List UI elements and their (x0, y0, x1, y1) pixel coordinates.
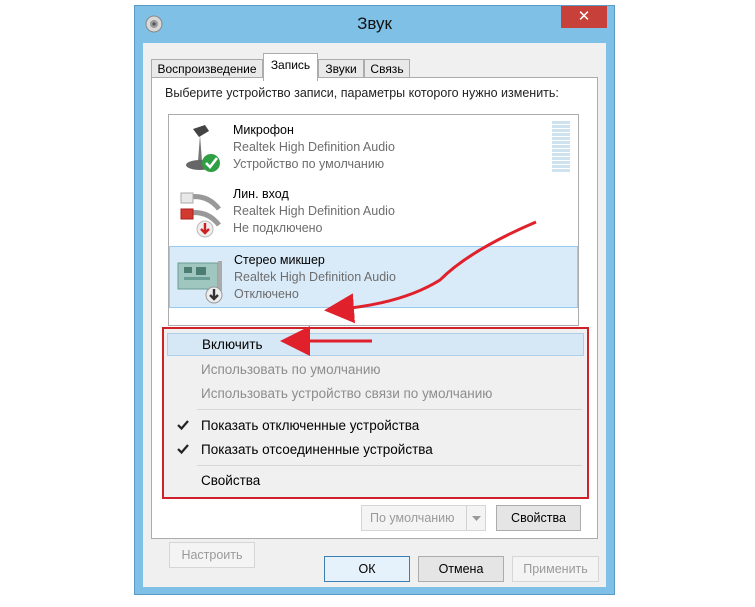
level-meter (552, 121, 570, 175)
device-status: Отключено (234, 287, 299, 301)
disabled-icon (205, 286, 223, 304)
device-driver: Realtek High Definition Audio (233, 140, 395, 154)
checkmark-icon (177, 444, 189, 455)
microphone-icon (186, 125, 220, 172)
context-menu: Включить Использовать по умолчанию Испол… (162, 327, 589, 499)
menu-separator (197, 465, 582, 466)
properties-button[interactable]: Свойства (496, 505, 581, 531)
device-microphone[interactable]: Микрофон Realtek High Definition Audio У… (169, 117, 578, 179)
default-check-icon (202, 154, 220, 172)
menu-item-show-disconnected[interactable]: Показать отсоединенные устройства (167, 438, 584, 461)
configure-button[interactable]: Настроить (169, 542, 255, 568)
menu-item-enable[interactable]: Включить (167, 333, 584, 356)
cancel-button[interactable]: Отмена (418, 556, 504, 582)
set-default-dropdown[interactable]: По умолчанию (361, 505, 486, 531)
close-icon: ✕ (577, 8, 591, 25)
window-title: Звук (357, 14, 392, 33)
device-driver: Realtek High Definition Audio (233, 204, 395, 218)
device-name: Лин. вход (233, 187, 289, 201)
device-name: Микрофон (233, 123, 294, 137)
device-name: Стерео микшер (234, 253, 325, 267)
dialog-client-area: Воспроизведение Запись Звуки Связь Выбер… (143, 43, 606, 587)
instruction-text: Выберите устройство записи, параметры ко… (165, 86, 559, 100)
tab-recording[interactable]: Запись (263, 53, 318, 81)
sound-dialog-window: Звук ✕ Воспроизведение Запись Звуки Связ… (134, 5, 615, 595)
menu-item-label: Показать отсоединенные устройства (201, 442, 433, 457)
line-in-icon (180, 192, 221, 238)
unplugged-icon (196, 220, 214, 238)
device-status: Устройство по умолчанию (233, 157, 385, 171)
menu-item-show-disabled[interactable]: Показать отключенные устройства (167, 414, 584, 437)
recording-device-list[interactable]: Микрофон Realtek High Definition Audio У… (168, 114, 579, 326)
device-driver: Realtek High Definition Audio (234, 270, 396, 284)
set-default-label: По умолчанию (370, 511, 455, 525)
menu-item-set-default[interactable]: Использовать по умолчанию (167, 358, 584, 381)
apply-button[interactable]: Применить (512, 556, 599, 582)
chevron-down-icon[interactable] (466, 506, 485, 530)
menu-item-label: Показать отключенные устройства (201, 418, 420, 433)
checkmark-icon (177, 420, 189, 431)
close-button[interactable]: ✕ (561, 6, 607, 28)
menu-item-set-default-comm[interactable]: Использовать устройство связи по умолчан… (167, 382, 584, 405)
device-line-in[interactable]: Лин. вход Realtek High Definition Audio … (169, 181, 578, 243)
device-status: Не подключено (233, 221, 323, 235)
menu-separator (197, 409, 582, 410)
stereo-mixer-icon (177, 261, 223, 304)
ok-button[interactable]: ОК (324, 556, 410, 582)
device-stereo-mixer[interactable]: Стерео микшер Realtek High Definition Au… (169, 246, 578, 308)
menu-item-properties[interactable]: Свойства (167, 469, 584, 492)
